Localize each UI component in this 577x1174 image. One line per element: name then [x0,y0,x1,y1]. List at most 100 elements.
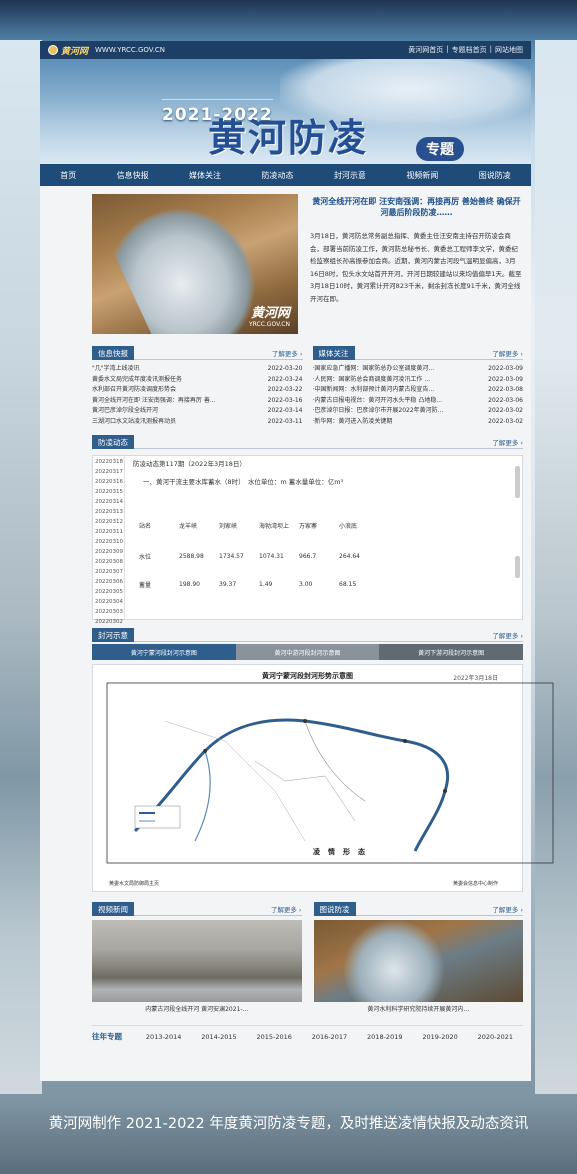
list-item[interactable]: 水利部召开黄河防凌调度形势会 2022-03-22 [92,385,303,396]
news-row: 信息快报 了解更多 › "几"字湾上线凌讯 2022-03-20 黄委水文局完成年… [40,334,531,427]
map-label: 凌情形态 [313,848,373,856]
list-item[interactable]: 黄河巴彦淖尔段全线开河 2022-03-14 [92,406,303,417]
nav-media[interactable]: 媒体关注 [189,170,221,181]
table-cell: 2588.98 [179,552,204,560]
year-link[interactable]: 2014-2015 [191,1033,246,1041]
table-header-cell: 龙羊峡 [179,522,198,530]
date-item[interactable]: 20220311 [95,527,123,537]
news-title: 信息快报 [92,345,134,360]
scrollbar[interactable] [515,466,520,498]
table-cell: 966.7 [299,552,317,560]
date-item[interactable]: 20220314 [95,497,123,507]
table-cell: 39.37 [219,580,237,588]
tab-ningmeng[interactable]: 黄河宁蒙河段封河示意图 [92,644,236,660]
nav-news[interactable]: 信息快报 [117,170,149,181]
date-item[interactable]: 20220303 [95,607,123,617]
feature-title[interactable]: 黄河全线开河在即 汪安南强调：再接再厉 善始善终 确保开河最后阶段防凌…… [310,196,523,218]
site-logo[interactable]: 黄河网 WWW.YRCC.GOV.CN [48,44,165,57]
video-caption[interactable]: 内蒙古河段全线开河 黄河安澜2021-... [92,1004,302,1013]
photo-column: 图说防凌 了解更多 › 黄河水利科学研究院持续开展黄河内... [313,901,524,1013]
top-links: 黄河网首页 | 专题档首页 | 网站地图 [408,45,523,55]
divider: | [446,45,449,53]
date-item[interactable]: 20220309 [95,547,123,557]
date-list: 20220318 20220317 20220316 20220315 20220314… [93,456,125,625]
list-item[interactable]: 黄河全线开河在即 汪安南强调：再接再厉 善... 2022-03-16 [92,396,303,407]
date-item[interactable]: 20220316 [95,477,123,487]
feature-image[interactable]: 黄河网 YRCC.GOV.CN [92,194,298,334]
map-footer: 黄委水文局防御局主页 黄委会信息中心制作 [109,881,498,887]
news-header: 信息快报 了解更多 › [92,345,303,360]
date-item[interactable]: 20220302 [95,617,123,627]
date-item[interactable]: 20220312 [95,517,123,527]
table-row: 水位 2588.98 1734.57 1074.31 966.7 264.64 [139,542,514,570]
maps-more-link[interactable]: 了解更多 › [492,630,523,640]
nav-dynamics[interactable]: 防凌动态 [261,170,293,181]
date-item[interactable]: 20220307 [95,567,123,577]
date-item[interactable]: 20220304 [95,597,123,607]
tab-middle[interactable]: 黄河中游河段封河示意图 [235,644,380,660]
video-column: 视频新闻 了解更多 › 内蒙古河段全线开河 黄河安澜2021-... [92,901,302,1013]
date-item[interactable]: 20220310 [95,537,123,547]
year-link[interactable]: 2015-2016 [247,1033,302,1041]
divider: | [489,45,492,53]
nav-photo[interactable]: 图说防凌 [479,170,511,181]
top-link-sitemap[interactable]: 网站地图 [495,45,523,55]
date-item[interactable]: 20220315 [95,487,123,497]
year-link[interactable]: 2013-2014 [136,1033,191,1041]
dynamics-document[interactable]: 防凌动态第117期（2022年3月18日） 一、黄河干流主要水库蓄水（8时） 水… [125,456,522,619]
nav-video[interactable]: 视频新闻 [406,170,438,181]
video-title: 视频新闻 [92,901,134,916]
date-item[interactable]: 20220306 [95,577,123,587]
list-item[interactable]: ·人民网：国家防总会商调度黄河凌汛工作 ... 2022-03-09 [313,375,524,386]
media-header: 媒体关注 了解更多 › [312,345,523,360]
list-item[interactable]: ·巴彦淖尔日报：巴彦淖尔市开展2022年黄河防... 2022-03-02 [313,406,524,417]
year-link[interactable]: 2018-2019 [357,1033,412,1041]
photo-more-link[interactable]: 了解更多 › [492,904,523,914]
video-header: 视频新闻 了解更多 › [92,901,302,916]
nav-map[interactable]: 封河示意 [334,170,366,181]
list-item[interactable]: 三湖河口水文站凌汛测报再动员 2022-03-11 [92,417,303,428]
year-link[interactable]: 2019-2020 [412,1033,467,1041]
tab-lower[interactable]: 黄河下游河段封河示意图 [379,644,524,660]
site-url: WWW.YRCC.GOV.CN [95,46,166,54]
scrollbar[interactable] [515,556,520,578]
video-more-link[interactable]: 了解更多 › [271,904,302,914]
date-item[interactable]: 20220308 [95,557,123,567]
table-header-cell: 小浪底 [339,522,358,530]
news-more-link[interactable]: 了解更多 › [272,348,303,358]
media-title: 媒体关注 [312,345,355,360]
list-item[interactable]: ·新华网：黄河进入防凌关键期 2022-03-02 [313,417,524,428]
date-item[interactable]: 20220313 [95,507,123,517]
date-item[interactable]: 20220317 [95,467,123,477]
watermark: 黄河网 YRCC.GOV.CN [248,306,290,328]
main-nav: 首页 信息快报 媒体关注 防凌动态 封河示意 视频新闻 图说防凌 [40,164,531,186]
banner-tag: 专题 [416,137,464,161]
list-item[interactable]: ·中国新闻网：水利部预计黄河内蒙古段宣告... 2022-03-08 [313,385,524,396]
photo-caption[interactable]: 黄河水利科学研究院持续开展黄河内... [314,1004,524,1013]
media-column: 媒体关注 了解更多 › ·国家应急广播网：国家防总办公室调度黄河... 2022-… [312,345,524,428]
feature-section: 黄河网 YRCC.GOV.CN 黄河全线开河在即 汪安南强调：再接再厉 善始善终 … [40,186,531,334]
video-thumbnail[interactable] [92,920,302,1002]
table-header-cell: 站名 [139,522,152,530]
history-bar: 往年专题 2013-2014 2014-2015 2015-2016 2016-… [92,1025,523,1042]
list-item[interactable]: ·内蒙古日报电视台：黄河开河水头平稳 凸地稳... 2022-03-06 [313,396,524,407]
date-item[interactable]: 20220305 [95,587,123,597]
photo-thumbnail[interactable] [313,920,523,1002]
date-item[interactable]: 20220318 [95,457,123,467]
media-more-link[interactable]: 了解更多 › [492,348,523,358]
feature-text: 黄河全线开河在即 汪安南强调：再接再厉 善始善终 确保开河最后阶段防凌…… 3月… [298,194,523,334]
top-bar: 黄河网 WWW.YRCC.GOV.CN 黄河网首页 | 专题档首页 | 网站地图 [40,41,531,59]
table-header-cell: 海勃湾坝上 [259,522,290,530]
doc-subtitle: 一、黄河干流主要水库蓄水（8时） 水位单位：m 蓄水量单位：亿m³ [143,478,344,486]
top-link-topic-home[interactable]: 专题档首页 [452,45,487,55]
list-item[interactable]: 黄委水文局完成年度凌讯测报任务 2022-03-24 [92,375,303,386]
year-link[interactable]: 2020-2021 [468,1033,523,1041]
map-tabs: 黄河宁蒙河段封河示意图 黄河中游河段封河示意图 黄河下游河段封河示意图 [92,644,524,660]
top-link-home[interactable]: 黄河网首页 [408,45,443,55]
dynamics-more-link[interactable]: 了解更多 › [492,437,523,447]
list-item[interactable]: "几"字湾上线凌讯 2022-03-20 [92,364,303,375]
nav-home[interactable]: 首页 [60,170,76,181]
list-item[interactable]: ·国家应急广播网：国家防总办公室调度黄河... 2022-03-09 [313,364,524,375]
year-link[interactable]: 2016-2017 [302,1033,357,1041]
map-title: 黄河宁蒙河段封河形势示意图 [262,672,353,680]
